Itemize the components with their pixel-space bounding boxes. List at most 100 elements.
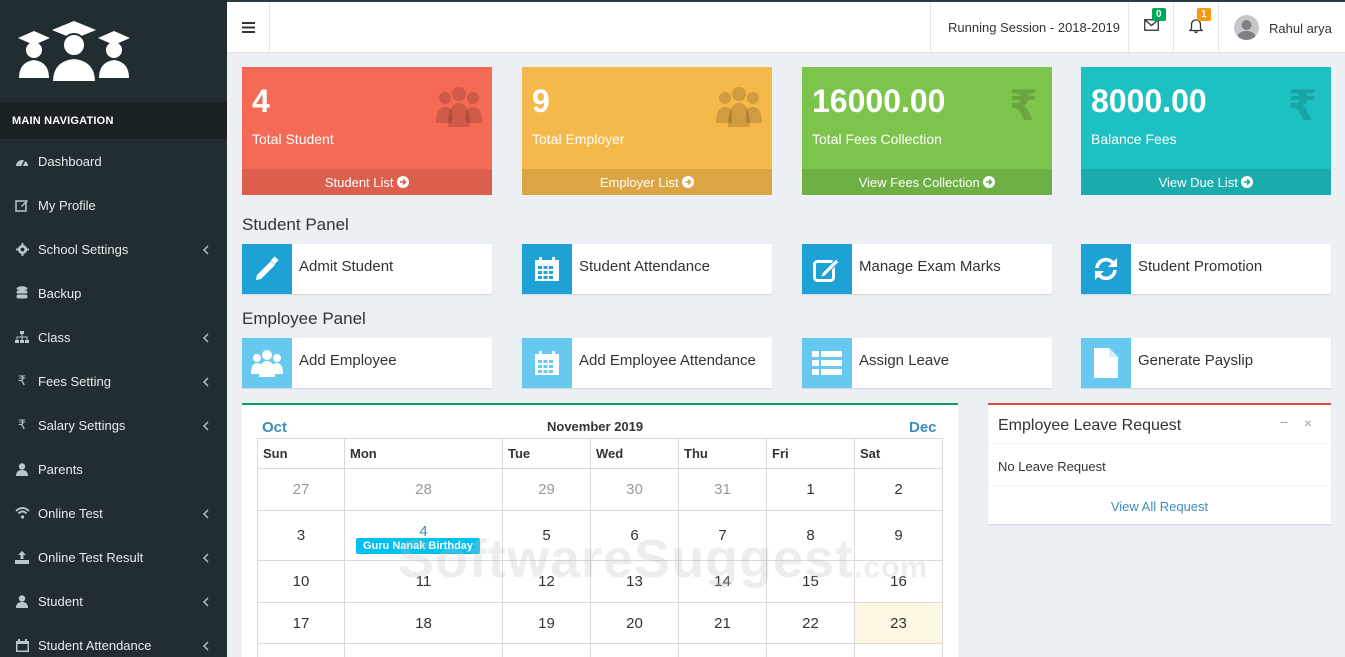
- sidebar-item-label: Student Attendance: [38, 637, 152, 653]
- sidebar-item-my-profile[interactable]: My Profile: [0, 183, 227, 227]
- student-attendance-button[interactable]: Student Attendance: [522, 244, 772, 294]
- stat-label: Total Employer: [532, 131, 625, 147]
- weekday-header: Wed: [590, 438, 679, 469]
- sidebar-item-dashboard[interactable]: Dashboard: [0, 139, 227, 183]
- calendar-day[interactable]: [590, 643, 679, 657]
- calendar-day[interactable]: [344, 643, 503, 657]
- calendar-day[interactable]: 1: [766, 468, 855, 511]
- calendar-day[interactable]: 15: [766, 560, 855, 603]
- messages-button[interactable]: 0: [1128, 2, 1173, 53]
- view-due-list-link[interactable]: View Due List: [1081, 169, 1331, 195]
- sidebar-item-online-test-result[interactable]: Online Test Result: [0, 535, 227, 579]
- sidebar-item-backup[interactable]: Backup: [0, 271, 227, 315]
- calendar-day[interactable]: [502, 643, 591, 657]
- calendar-day[interactable]: 22: [766, 602, 855, 644]
- calendar-day[interactable]: 7: [678, 510, 767, 561]
- link-label: Employer List: [599, 175, 679, 190]
- student-promotion-button[interactable]: Student Promotion: [1081, 244, 1331, 294]
- sidebar-item-online-test[interactable]: Online Test: [0, 491, 227, 535]
- empty-state-text: No Leave Request: [998, 459, 1106, 474]
- calendar-day[interactable]: [678, 643, 767, 657]
- action-label: Student Promotion: [1138, 258, 1263, 275]
- arrow-circle-right-icon: [682, 175, 695, 190]
- calendar-day[interactable]: 10: [257, 560, 345, 603]
- add-employee-attendance-button[interactable]: Add Employee Attendance: [522, 338, 772, 388]
- employee-leave-request-box: Employee Leave Request − × No Leave Requ…: [988, 403, 1331, 524]
- sidebar-item-label: Student: [38, 593, 83, 609]
- view-fees-collection-link[interactable]: View Fees Collection: [802, 169, 1052, 195]
- generate-payslip-button[interactable]: Generate Payslip: [1081, 338, 1331, 388]
- calendar-day[interactable]: 30: [590, 468, 679, 511]
- calendar-day[interactable]: 27: [257, 468, 345, 511]
- sidebar-item-school-settings[interactable]: School Settings: [0, 227, 227, 271]
- rupee-icon: ₹: [1287, 82, 1317, 129]
- calendar-day[interactable]: 14: [678, 560, 767, 603]
- action-label: Manage Exam Marks: [859, 258, 1001, 275]
- sidebar-item-salary-settings[interactable]: ₹ Salary Settings: [0, 403, 227, 447]
- sidebar-item-class[interactable]: Class: [0, 315, 227, 359]
- sidebar-item-label: My Profile: [38, 197, 96, 213]
- sidebar-item-fees-setting[interactable]: ₹ Fees Setting: [0, 359, 227, 403]
- calendar-day[interactable]: 31: [678, 468, 767, 511]
- calendar-day[interactable]: 3: [257, 510, 345, 561]
- calendar-day[interactable]: 20: [590, 602, 679, 644]
- calendar-day[interactable]: 11: [344, 560, 503, 603]
- action-label: Assign Leave: [859, 352, 950, 369]
- view-all-request-link[interactable]: View All Request: [988, 499, 1331, 514]
- edit-icon: [802, 244, 852, 294]
- sidebar-item-student[interactable]: Student: [0, 579, 227, 623]
- calendar-day[interactable]: 18: [344, 602, 503, 644]
- bell-icon: [1189, 19, 1203, 34]
- sidebar-item-student-attendance[interactable]: Student Attendance: [0, 623, 227, 657]
- minimize-button[interactable]: −: [1280, 414, 1288, 430]
- sidebar: MAIN NAVIGATION Dashboard My Profile Sch…: [0, 0, 227, 657]
- calendar-day[interactable]: 13: [590, 560, 679, 603]
- notifications-button[interactable]: 1: [1173, 2, 1218, 53]
- calendar-day-today[interactable]: 23: [854, 602, 943, 644]
- assign-leave-button[interactable]: Assign Leave: [802, 338, 1052, 388]
- manage-exam-marks-button[interactable]: Manage Exam Marks: [802, 244, 1052, 294]
- calendar-event[interactable]: Guru Nanak Birthday: [356, 538, 481, 554]
- calendar-day[interactable]: [854, 643, 943, 657]
- chevron-left-icon: [202, 243, 209, 258]
- calendar-prev-month[interactable]: Oct: [262, 419, 287, 436]
- calendar-day[interactable]: 29: [502, 468, 591, 511]
- rupee-icon: ₹: [17, 373, 27, 388]
- add-employee-button[interactable]: Add Employee: [242, 338, 492, 388]
- calendar-day[interactable]: 12: [502, 560, 591, 603]
- calendar-day[interactable]: 6: [590, 510, 679, 561]
- user-menu[interactable]: Rahul arya: [1218, 2, 1345, 53]
- weekday-header: Sat: [854, 438, 943, 469]
- calendar-day[interactable]: 28: [344, 468, 503, 511]
- calendar-day[interactable]: 9: [854, 510, 943, 561]
- sidebar-item-label: Fees Setting: [38, 373, 111, 389]
- user-name: Rahul arya: [1269, 21, 1332, 36]
- sidebar-toggle-button[interactable]: [227, 2, 270, 53]
- weekday-header: Mon: [344, 438, 503, 469]
- users-icon: [242, 338, 292, 388]
- action-label: Add Employee Attendance: [579, 352, 756, 369]
- sidebar-item-parents[interactable]: Parents: [0, 447, 227, 491]
- calendar-day[interactable]: 8: [766, 510, 855, 561]
- calendar-day[interactable]: 16: [854, 560, 943, 603]
- calendar-day[interactable]: 21: [678, 602, 767, 644]
- calendar-day[interactable]: 17: [257, 602, 345, 644]
- action-label: Admit Student: [299, 258, 394, 275]
- calendar-day[interactable]: 19: [502, 602, 591, 644]
- close-button[interactable]: ×: [1304, 415, 1312, 431]
- calendar-day[interactable]: 2: [854, 468, 943, 511]
- calendar-week-row: 3 4 Guru Nanak Birthday 5 6 7 8 9: [257, 510, 943, 561]
- calendar-day[interactable]: [766, 643, 855, 657]
- wifi-icon: [14, 505, 30, 521]
- stat-value: 8000.00: [1091, 83, 1207, 119]
- admit-student-button[interactable]: Admit Student: [242, 244, 492, 294]
- calendar-day[interactable]: 5: [502, 510, 591, 561]
- calendar-next-month[interactable]: Dec: [909, 419, 937, 436]
- student-list-link[interactable]: Student List: [242, 169, 492, 195]
- stat-box-total-employer: 9 Total Employer Employer List: [522, 67, 772, 195]
- calendar-day-with-event[interactable]: 4 Guru Nanak Birthday: [344, 510, 503, 561]
- stat-value: 16000.00: [812, 83, 946, 119]
- calendar-day[interactable]: [257, 643, 345, 657]
- student-panel-title: Student Panel: [242, 215, 349, 234]
- employer-list-link[interactable]: Employer List: [522, 169, 772, 195]
